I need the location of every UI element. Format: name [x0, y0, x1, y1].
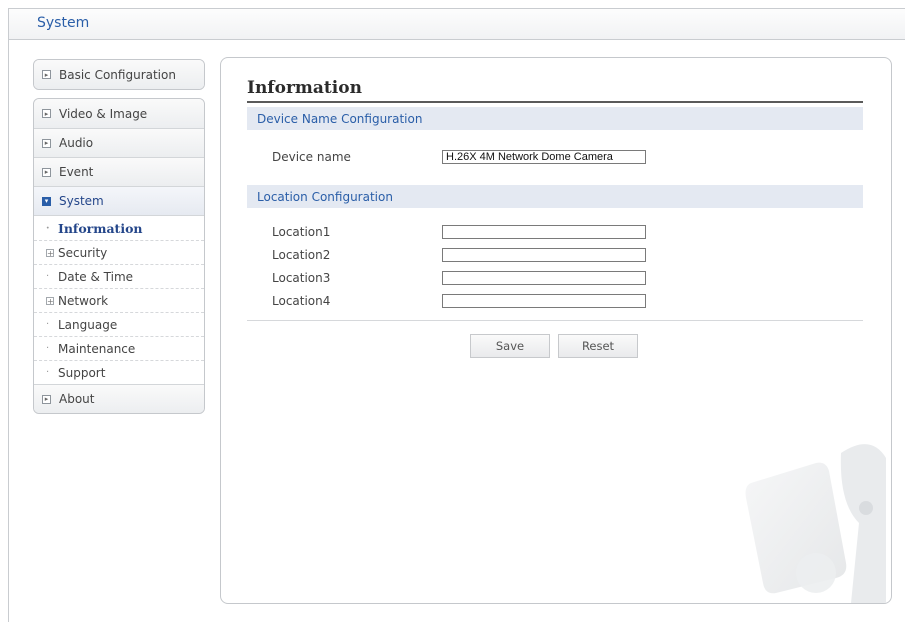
sidebar-item-audio[interactable]: ▸ Audio	[34, 128, 204, 157]
content-panel: Information Device Name Configuration De…	[220, 57, 892, 604]
sidebar-item-about[interactable]: ▸ About	[34, 384, 204, 413]
submenu-item-label: Information	[58, 220, 143, 236]
submenu-item-label: Network	[58, 293, 109, 308]
page-title: Information	[247, 78, 863, 103]
sidebar-item-basic-configuration[interactable]: ▸ Basic Configuration	[34, 60, 204, 89]
expand-icon: ▸	[42, 167, 51, 177]
submenu-item-label: Maintenance	[58, 341, 136, 356]
sidebar-item-video-image[interactable]: ▸ Video & Image	[34, 99, 204, 128]
sidebar-item-label: Basic Configuration	[59, 67, 176, 82]
save-button[interactable]: Save	[470, 334, 550, 358]
sidebar-item-event[interactable]: ▸ Event	[34, 157, 204, 186]
location3-field[interactable]	[442, 271, 646, 285]
device-name-field[interactable]: H.26X 4M Network Dome Camera	[442, 150, 646, 164]
plus-icon[interactable]: +	[46, 248, 54, 257]
expand-icon: ▸	[42, 394, 51, 404]
tools-watermark-icon	[745, 444, 886, 603]
collapse-icon: ▾	[42, 196, 51, 206]
bullet-icon: ·	[46, 367, 50, 378]
form-divider	[247, 320, 863, 321]
expand-icon: ▸	[42, 138, 51, 148]
submenu-item-language[interactable]: · Language	[34, 312, 204, 336]
sidebar: ▸ Basic Configuration ▸ Video & Image ▸ …	[33, 59, 205, 414]
device-name-label: Device name	[272, 150, 351, 164]
location2-label: Location2	[272, 248, 331, 262]
location2-field[interactable]	[442, 248, 646, 262]
submenu-item-maintenance[interactable]: · Maintenance	[34, 336, 204, 360]
app-window: System ▸ Basic Configuration ▸ Video & I…	[8, 8, 905, 622]
location1-field[interactable]	[442, 225, 646, 239]
location4-field[interactable]	[442, 294, 646, 308]
sidebar-main-group: ▸ Video & Image ▸ Audio ▸ Event ▾ System…	[33, 98, 205, 414]
window-title: System	[37, 15, 90, 31]
sidebar-item-label: Audio	[59, 136, 94, 150]
sidebar-item-system[interactable]: ▾ System	[34, 186, 204, 215]
submenu-item-network[interactable]: + Network	[34, 288, 204, 312]
sidebar-basic-group: ▸ Basic Configuration	[33, 59, 205, 90]
submenu-item-security[interactable]: + Security	[34, 240, 204, 264]
submenu-item-label: Date & Time	[58, 269, 134, 284]
bullet-icon: ·	[46, 271, 50, 282]
expand-icon: ▸	[42, 109, 51, 118]
bullet-icon: ·	[46, 343, 50, 354]
section-header-location: Location Configuration	[247, 185, 863, 208]
section-header-device-name: Device Name Configuration	[247, 107, 863, 130]
location3-label: Location3	[272, 271, 331, 285]
location4-label: Location4	[272, 294, 331, 308]
plus-icon[interactable]: +	[46, 296, 54, 305]
bullet-icon: ·	[46, 319, 50, 330]
sidebar-item-label: About	[59, 392, 95, 406]
sidebar-item-label: Event	[59, 165, 94, 179]
expand-icon: ▸	[42, 70, 51, 79]
bullet-icon: ·	[46, 222, 50, 234]
sidebar-item-label: System	[59, 194, 104, 208]
title-bar: System	[9, 9, 905, 40]
submenu-item-date-time[interactable]: · Date & Time	[34, 264, 204, 288]
reset-button[interactable]: Reset	[558, 334, 638, 358]
submenu-item-label: Security	[58, 245, 108, 260]
location1-label: Location1	[272, 225, 331, 239]
sidebar-item-label: Video & Image	[59, 106, 148, 121]
submenu-item-information[interactable]: · Information	[34, 216, 204, 240]
submenu-item-support[interactable]: · Support	[34, 360, 204, 384]
system-submenu: · Information + Security · Date & Time +…	[34, 215, 204, 384]
submenu-item-label: Language	[58, 317, 118, 332]
submenu-item-label: Support	[58, 365, 106, 380]
